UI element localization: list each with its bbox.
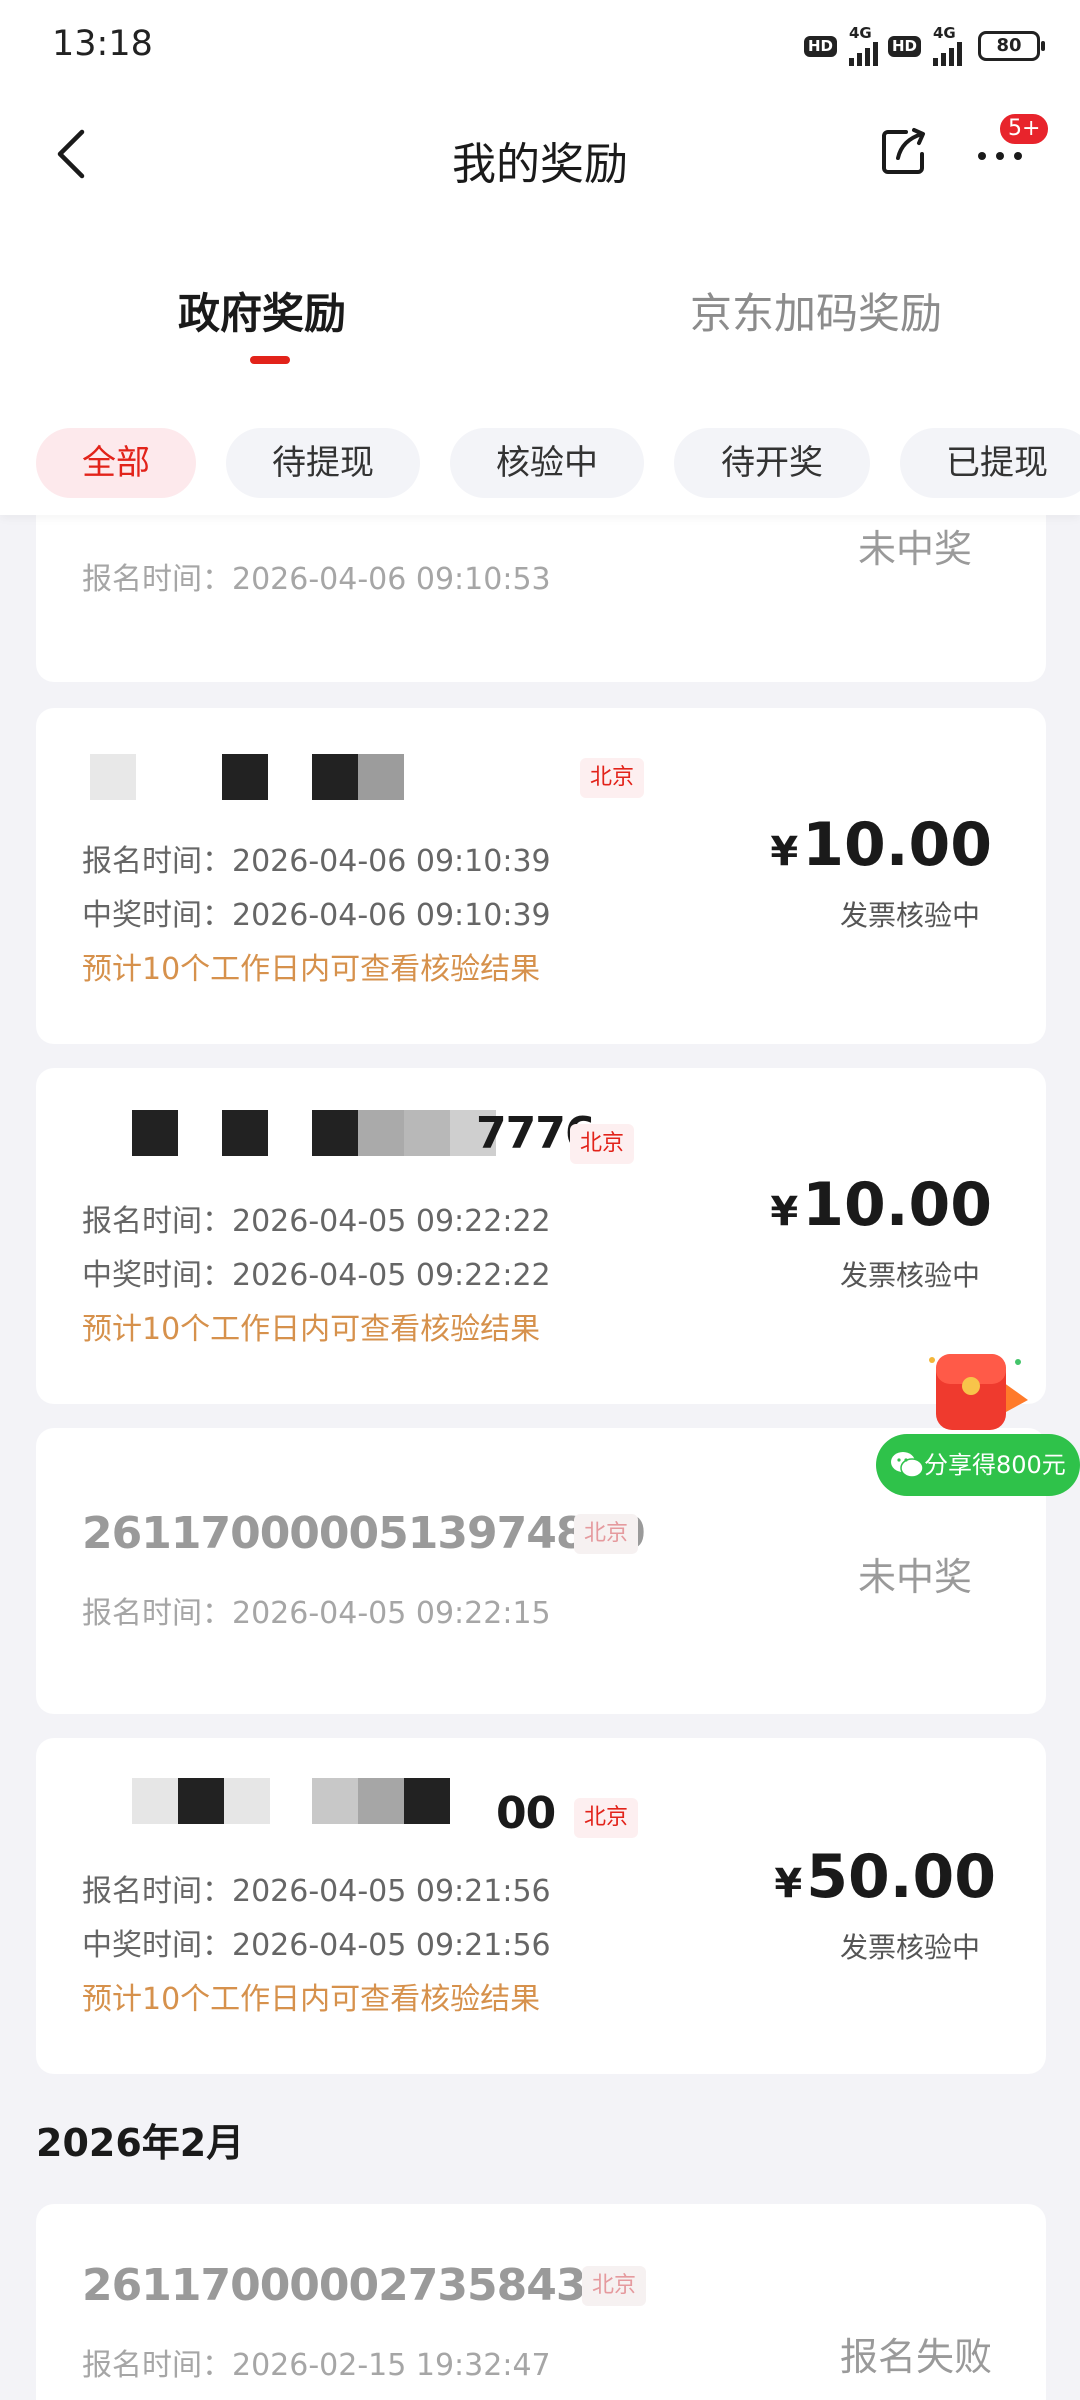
reward-card[interactable]: 2611700000273584385 北京 报名时间：2026-02-15 1… — [36, 2204, 1046, 2400]
tab-government-reward[interactable]: 政府奖励 — [178, 280, 346, 341]
reward-amount: ¥10.00 — [770, 1170, 992, 1240]
reward-status: 发票核验中 — [839, 1259, 980, 1292]
redacted-number — [358, 1110, 404, 1156]
tab-active-indicator — [250, 356, 290, 364]
verify-hint: 预计10个工作日内可查看核验结果 — [82, 952, 541, 987]
hd-icon-2: HD — [887, 35, 921, 57]
signup-time: 报名时间：2026-04-05 09:22:22 — [82, 1204, 551, 1239]
filter-withdrawn[interactable]: 已提现 — [900, 428, 1080, 498]
reward-card[interactable]: 北京 报名时间：2026-04-06 09:10:39 中奖时间：2026-04… — [36, 708, 1046, 1044]
redacted-number — [312, 754, 358, 800]
signup-time: 报名时间：2026-04-05 09:21:56 — [82, 1874, 551, 1909]
order-number: 2611700000273584385 — [82, 2260, 646, 2311]
reward-amount: ¥50.00 — [774, 1842, 996, 1912]
signup-time: 报名时间：2026-04-06 09:10:53 — [82, 562, 551, 597]
tab-jd-extra-reward[interactable]: 京东加码奖励 — [690, 280, 942, 341]
reward-card[interactable]: 00 北京 报名时间：2026-04-05 09:21:56 中奖时间：2026… — [36, 1738, 1046, 2074]
redacted-number — [222, 754, 268, 800]
red-envelope-icon — [929, 1354, 1028, 1430]
verify-hint: 预计10个工作日内可查看核验结果 — [82, 1312, 541, 1347]
filter-all[interactable]: 全部 — [36, 428, 196, 498]
redacted-number — [178, 1778, 224, 1824]
city-badge: 北京 — [582, 2266, 647, 2306]
redacted-number — [224, 1778, 270, 1824]
battery-icon: 80 — [978, 31, 1045, 61]
share-earn-label: 分享得800元 — [924, 1451, 1066, 1479]
signup-time: 报名时间：2026-02-15 19:32:47 — [82, 2348, 551, 2383]
redacted-number — [90, 754, 136, 800]
filter-pending-withdraw[interactable]: 待提现 — [226, 428, 420, 498]
reward-status: 未中奖 — [857, 1555, 972, 1599]
share-earn-button[interactable]: 分享得800元 — [876, 1434, 1080, 1496]
redacted-number — [312, 1110, 358, 1156]
redacted-number — [222, 1110, 268, 1156]
status-bar: 13:18 HD 4G HD 4G 80 — [0, 0, 1080, 92]
reward-status: 发票核验中 — [839, 1931, 980, 1964]
redacted-number — [404, 1778, 450, 1824]
reward-status: 报名失败 — [839, 2335, 992, 2379]
redacted-number — [132, 1778, 178, 1824]
order-number-tail: 00 — [496, 1788, 556, 1839]
reward-status: 发票核验中 — [839, 899, 980, 932]
signal-icon: 4G — [848, 26, 878, 66]
share-icon[interactable] — [874, 122, 934, 182]
tab-bar: 政府奖励 京东加码奖励 — [0, 270, 1080, 370]
status-icons: HD 4G HD 4G 80 — [803, 26, 1045, 66]
redacted-number — [358, 1778, 404, 1824]
filter-verifying[interactable]: 核验中 — [450, 428, 644, 498]
signal-icon-2: 4G — [933, 26, 962, 66]
city-badge: 北京 — [580, 758, 645, 798]
win-time: 中奖时间：2026-04-05 09:21:56 — [82, 1928, 551, 1963]
reward-status: 未中奖 — [857, 527, 972, 571]
city-badge: 北京 — [574, 1514, 639, 1554]
page-header: 13:18 HD 4G HD 4G 80 我的奖励 5+ 政府奖励 京东加码奖励… — [0, 0, 1080, 515]
order-number: 2611700000513974800 — [82, 1508, 646, 1559]
redacted-number — [358, 754, 404, 800]
month-section-title: 2026年2月 — [36, 2121, 245, 2165]
win-time: 中奖时间：2026-04-06 09:10:39 — [82, 898, 551, 933]
filter-pending-draw[interactable]: 待开奖 — [674, 428, 870, 498]
message-badge: 5+ — [998, 112, 1051, 146]
nav-bar: 我的奖励 5+ — [0, 100, 1080, 210]
city-badge: 北京 — [570, 1124, 635, 1164]
wechat-icon — [891, 1452, 924, 1478]
win-time: 中奖时间：2026-04-05 09:22:22 — [82, 1258, 551, 1293]
reward-amount: ¥10.00 — [770, 810, 992, 880]
share-reward-float[interactable]: 分享得800元 — [870, 1340, 1080, 1500]
redacted-number — [132, 1110, 178, 1156]
signup-time: 报名时间：2026-04-06 09:10:39 — [82, 844, 551, 879]
filter-chips: 全部 待提现 核验中 待开奖 已提现 — [0, 428, 1080, 500]
verify-hint: 预计10个工作日内可查看核验结果 — [82, 1982, 541, 2017]
hd-icon: HD — [803, 35, 837, 57]
redacted-number — [404, 1110, 450, 1156]
status-time: 13:18 — [52, 24, 153, 64]
signup-time: 报名时间：2026-04-05 09:22:15 — [82, 1596, 551, 1631]
city-badge: 北京 — [574, 1798, 639, 1838]
redacted-number — [312, 1778, 358, 1824]
